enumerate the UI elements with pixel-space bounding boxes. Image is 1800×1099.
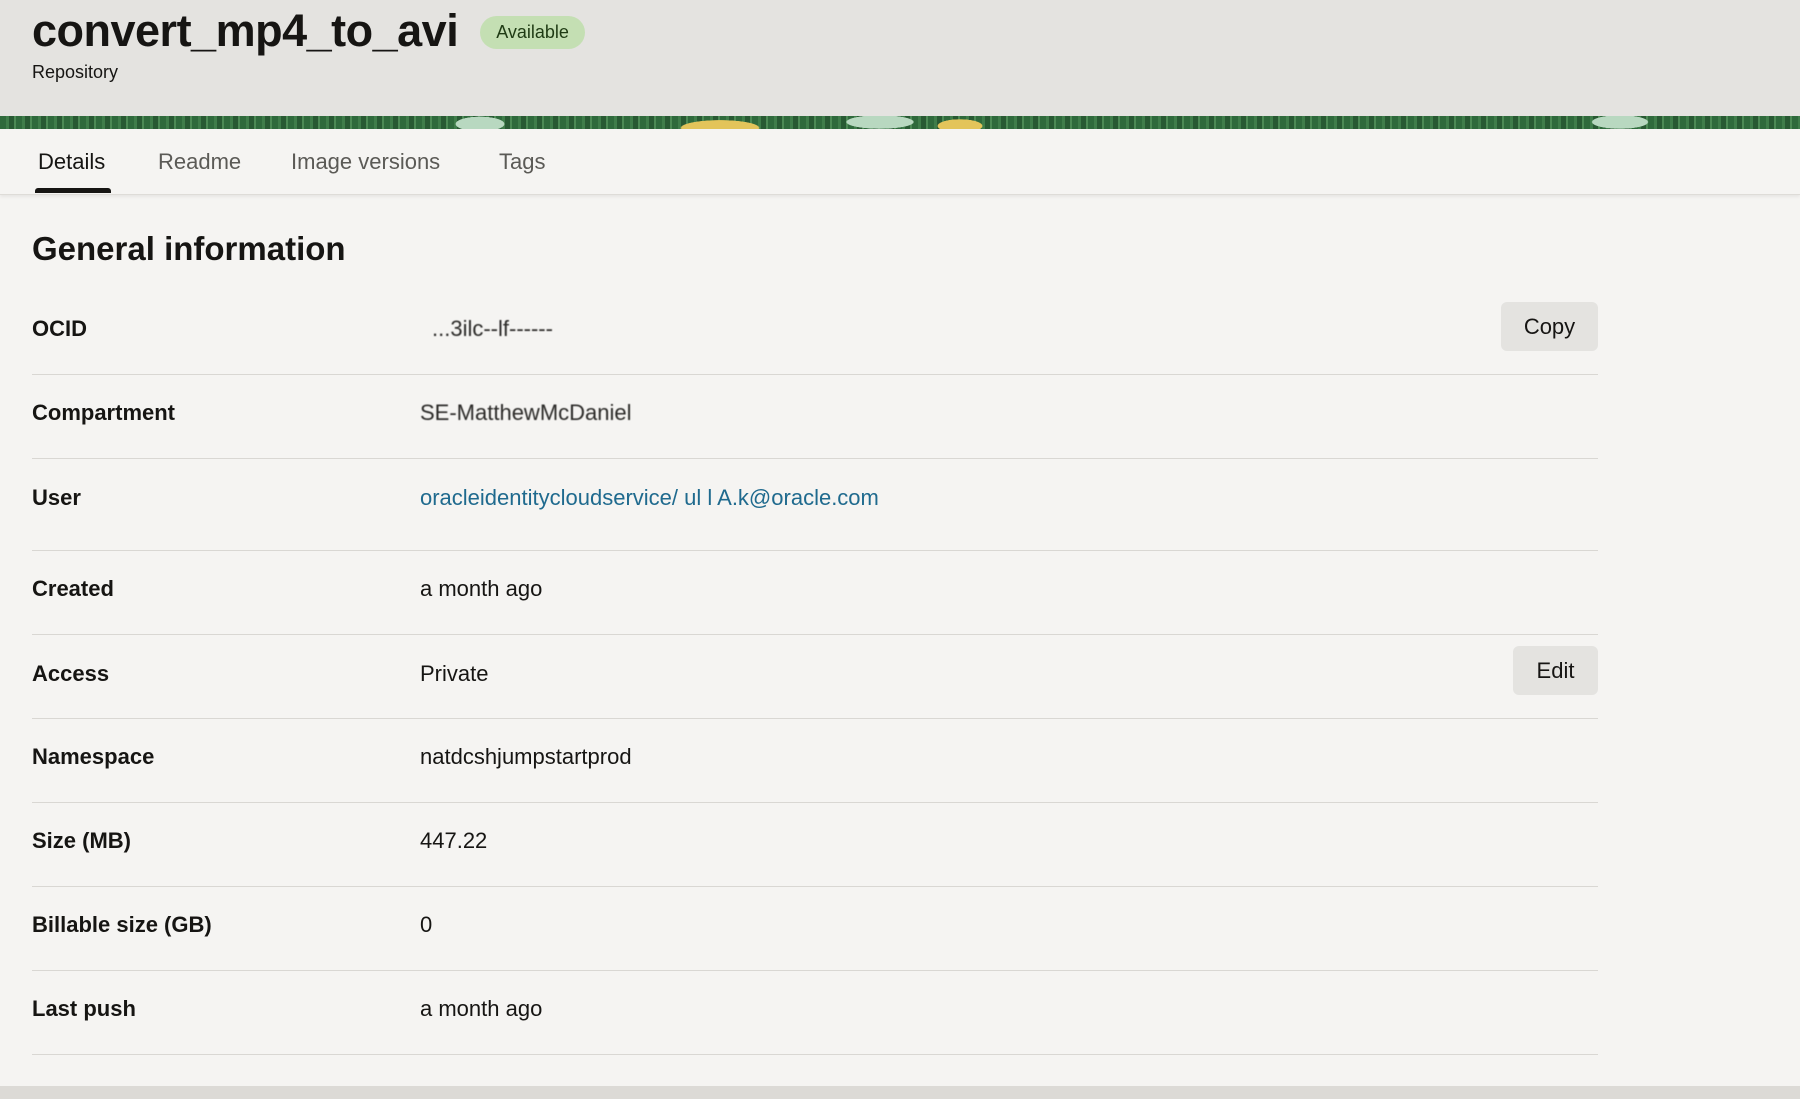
copy-button[interactable]: Copy (1501, 302, 1598, 351)
details-list: OCID ...3ilc--lf------ Copy Compartment … (32, 288, 1598, 1055)
tab-readme[interactable]: Readme (158, 149, 241, 175)
compartment-value: SE-MatthewMcDaniel (420, 400, 632, 425)
field-row-access: Access Private Edit (32, 635, 1598, 719)
tab-tags[interactable]: Tags (499, 149, 545, 175)
field-row-last-push: Last push a month ago (32, 971, 1598, 1055)
field-row-compartment: Compartment SE-MatthewMcDaniel (32, 375, 1598, 459)
field-label: User (32, 485, 81, 510)
field-label: Created (32, 576, 114, 601)
resource-type-label: Repository (32, 62, 119, 82)
field-label: Compartment (32, 400, 176, 425)
created-value: a month ago (420, 576, 543, 601)
active-tab-indicator (35, 188, 111, 193)
tab-details[interactable]: Details (38, 149, 105, 175)
tab-image-versions[interactable]: Image versions (291, 149, 440, 175)
footer-strip (0, 1086, 1800, 1099)
field-label: OCID (32, 316, 87, 341)
user-link[interactable]: oracleidentitycloudservice/ ul l A.k@ora… (420, 485, 879, 511)
page-header: convert_mp4_to_avi Available Repository (0, 0, 1800, 116)
status-badge: Available (480, 15, 585, 49)
field-row-namespace: Namespace natdcshjumpstartprod (32, 719, 1598, 803)
field-row-user: User oracleidentitycloudservice/ ul l A.… (32, 459, 1598, 551)
field-row-created: Created a month ago (32, 551, 1598, 635)
field-label: Billable size (GB) (32, 912, 212, 937)
field-label: Size (MB) (32, 828, 131, 853)
namespace-value: natdcshjumpstartprod (420, 744, 632, 769)
billable-size-value: 0 (420, 912, 433, 937)
decorative-banner (0, 116, 1800, 129)
field-row-ocid: OCID ...3ilc--lf------ Copy (32, 288, 1598, 375)
field-row-billable-size: Billable size (GB) 0 (32, 887, 1598, 971)
field-label: Access (32, 661, 110, 686)
access-value: Private (420, 661, 489, 686)
repository-title: convert_mp4_to_avi (32, 5, 459, 56)
title-row: convert_mp4_to_avi Available (32, 6, 585, 56)
field-row-size: Size (MB) 447.22 (32, 803, 1598, 887)
edit-access-button[interactable]: Edit (1513, 646, 1598, 695)
size-value: 447.22 (420, 828, 488, 853)
tab-bar: Details Readme Image versions Tags (0, 129, 1800, 195)
field-label: Namespace (32, 744, 155, 769)
last-push-value: a month ago (420, 996, 543, 1021)
field-label: Last push (32, 996, 136, 1021)
ocid-value: ...3ilc--lf------ (432, 316, 553, 341)
section-title: General information (32, 230, 346, 267)
